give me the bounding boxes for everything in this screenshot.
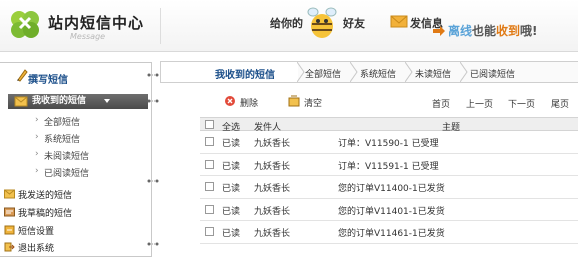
toolbar: 删除 清空 首页 上一页 下一页 尾页 <box>160 95 578 111</box>
sidebar-item-inbox-label: 我收到的短信 <box>32 96 87 106</box>
sidebar-item-drafts-label: 我草稿的短信 <box>18 209 73 219</box>
row-sender: 九妖香长 <box>254 139 291 149</box>
tab-all[interactable]: 全部短信 <box>305 67 341 80</box>
row-subject[interactable]: 订单：V11591-1 已受理 <box>338 159 439 172</box>
slogan: 离线也能收到哦! <box>448 22 538 39</box>
sidebar-item-drafts[interactable]: 我草稿的短信 <box>4 206 73 219</box>
inbox-icon <box>14 96 28 107</box>
splitter-handle-icon[interactable] <box>147 72 159 78</box>
last-page-link[interactable]: 尾页 <box>551 97 569 110</box>
tab-inbox-label: 我收到的短信 <box>215 70 275 81</box>
clear-button[interactable]: 清空 <box>304 96 322 109</box>
tab-bar: 我收到的短信 全部短信 系统短信 未读短信 已阅读短信 <box>160 61 578 83</box>
friend-text: 好友 <box>343 17 365 30</box>
row-checkbox[interactable] <box>205 204 214 214</box>
row-subject[interactable]: 订单：V11590-1 已受理 <box>338 136 439 149</box>
breadcrumb-separator-icon <box>297 62 305 82</box>
row-checkbox[interactable] <box>205 159 214 169</box>
row-checkbox[interactable] <box>205 227 214 236</box>
settings-icon <box>4 225 15 235</box>
sidebar-item-sent-label: 我发送的短信 <box>18 191 73 201</box>
arrow-icon <box>433 26 445 36</box>
sidebar-sub-all[interactable]: 全部短信 <box>35 115 80 128</box>
splitter-handle-icon[interactable] <box>147 241 159 247</box>
give-your-text: 给你的 <box>270 17 303 30</box>
row-status: 已读 <box>222 161 241 172</box>
select-all-checkbox[interactable] <box>205 120 214 129</box>
splitter-handle-icon[interactable] <box>147 98 159 104</box>
logout-icon <box>4 242 15 252</box>
tab-inbox[interactable]: 我收到的短信 <box>160 62 298 82</box>
row-subject[interactable]: 您的订单V11461-1已发货 <box>338 226 445 239</box>
delete-icon <box>225 96 235 106</box>
header-divider <box>160 8 161 44</box>
row-sender: 九妖香长 <box>254 229 291 239</box>
table-row[interactable]: 已读 九妖香长 您的订单V11461-1已发货 <box>200 221 578 244</box>
chevron-down-icon <box>104 99 110 103</box>
slogan-part-4: 哦! <box>520 24 538 38</box>
tab-read[interactable]: 已阅读短信 <box>470 67 515 80</box>
app-title: 站内短信中心 <box>48 14 145 32</box>
tab-system[interactable]: 系统短信 <box>360 67 396 80</box>
row-checkbox[interactable] <box>205 137 214 146</box>
table-row[interactable]: 已读 九妖香长 订单：V11591-1 已受理 <box>200 154 578 176</box>
table-row[interactable]: 已读 九妖香长 您的订单V11401-1已发货 <box>200 199 578 221</box>
slogan-part-2: 也能 <box>472 24 497 38</box>
sidebar-item-logout-label: 退出系统 <box>18 244 55 254</box>
main-panel: 我收到的短信 全部短信 系统短信 未读短信 已阅读短信 删除 清空 首页 上一页… <box>160 52 578 257</box>
row-checkbox[interactable] <box>205 182 214 191</box>
row-sender: 九妖香长 <box>254 206 291 217</box>
table-row[interactable]: 已读 九妖香长 您的订单V11400-1已发货 <box>200 176 578 199</box>
row-subject[interactable]: 您的订单V11401-1已发货 <box>338 204 445 217</box>
row-status: 已读 <box>222 229 241 239</box>
drafts-icon <box>4 207 15 217</box>
next-page-link[interactable]: 下一页 <box>508 97 535 110</box>
pencil-icon <box>17 69 28 82</box>
sidebar-item-sent[interactable]: 我发送的短信 <box>4 188 73 201</box>
first-page-link[interactable]: 首页 <box>432 97 450 110</box>
breadcrumb-separator-icon <box>350 62 358 82</box>
breadcrumb-separator-icon <box>460 62 468 82</box>
compose-link[interactable]: 撰写短信 <box>28 71 68 86</box>
slogan-part-3: 收到 <box>496 24 521 38</box>
slogan-part-1: 离线 <box>448 24 473 38</box>
sidebar-sub-system[interactable]: 系统短信 <box>35 132 80 145</box>
message-table: 全选 发件人 主题 已读 九妖香长 订单：V11590-1 已受理 已读 九妖香… <box>200 117 578 244</box>
sidebar-item-settings-label: 短信设置 <box>18 227 55 237</box>
row-status: 已读 <box>222 206 241 217</box>
sidebar: 撰写短信 我收到的短信 全部短信 系统短信 未阅读短信 已阅读短信 我发送的短信… <box>0 62 152 257</box>
header: 站内短信中心 Message 给你的 好友 发信息 离线也能收到哦! <box>0 0 578 52</box>
sidebar-item-logout[interactable]: 退出系统 <box>4 241 55 254</box>
table-row[interactable]: 已读 九妖香长 订单：V11590-1 已受理 <box>200 131 578 154</box>
app-subtitle: Message <box>70 32 106 41</box>
sidebar-item-settings[interactable]: 短信设置 <box>4 224 55 237</box>
sidebar-sub-unread[interactable]: 未阅读短信 <box>35 149 89 162</box>
row-status: 已读 <box>222 184 241 194</box>
row-sender: 九妖香长 <box>254 161 291 172</box>
splitter-handle-icon[interactable] <box>147 178 159 184</box>
sent-mail-icon <box>4 189 15 199</box>
sidebar-sub-read[interactable]: 已阅读短信 <box>35 166 89 179</box>
tab-unread[interactable]: 未读短信 <box>415 67 451 80</box>
row-status: 已读 <box>222 139 241 149</box>
envelope-icon <box>390 15 408 28</box>
clear-icon <box>288 95 300 107</box>
row-sender: 九妖香长 <box>254 184 291 194</box>
prev-page-link[interactable]: 上一页 <box>466 97 493 110</box>
breadcrumb-separator-icon <box>405 62 413 82</box>
bee-mascot-icon <box>307 7 337 38</box>
table-header: 全选 发件人 主题 <box>200 117 578 133</box>
clover-logo-icon <box>11 11 39 38</box>
sidebar-item-inbox[interactable]: 我收到的短信 <box>8 94 148 109</box>
row-subject[interactable]: 您的订单V11400-1已发货 <box>338 181 445 194</box>
delete-button[interactable]: 删除 <box>240 96 258 109</box>
